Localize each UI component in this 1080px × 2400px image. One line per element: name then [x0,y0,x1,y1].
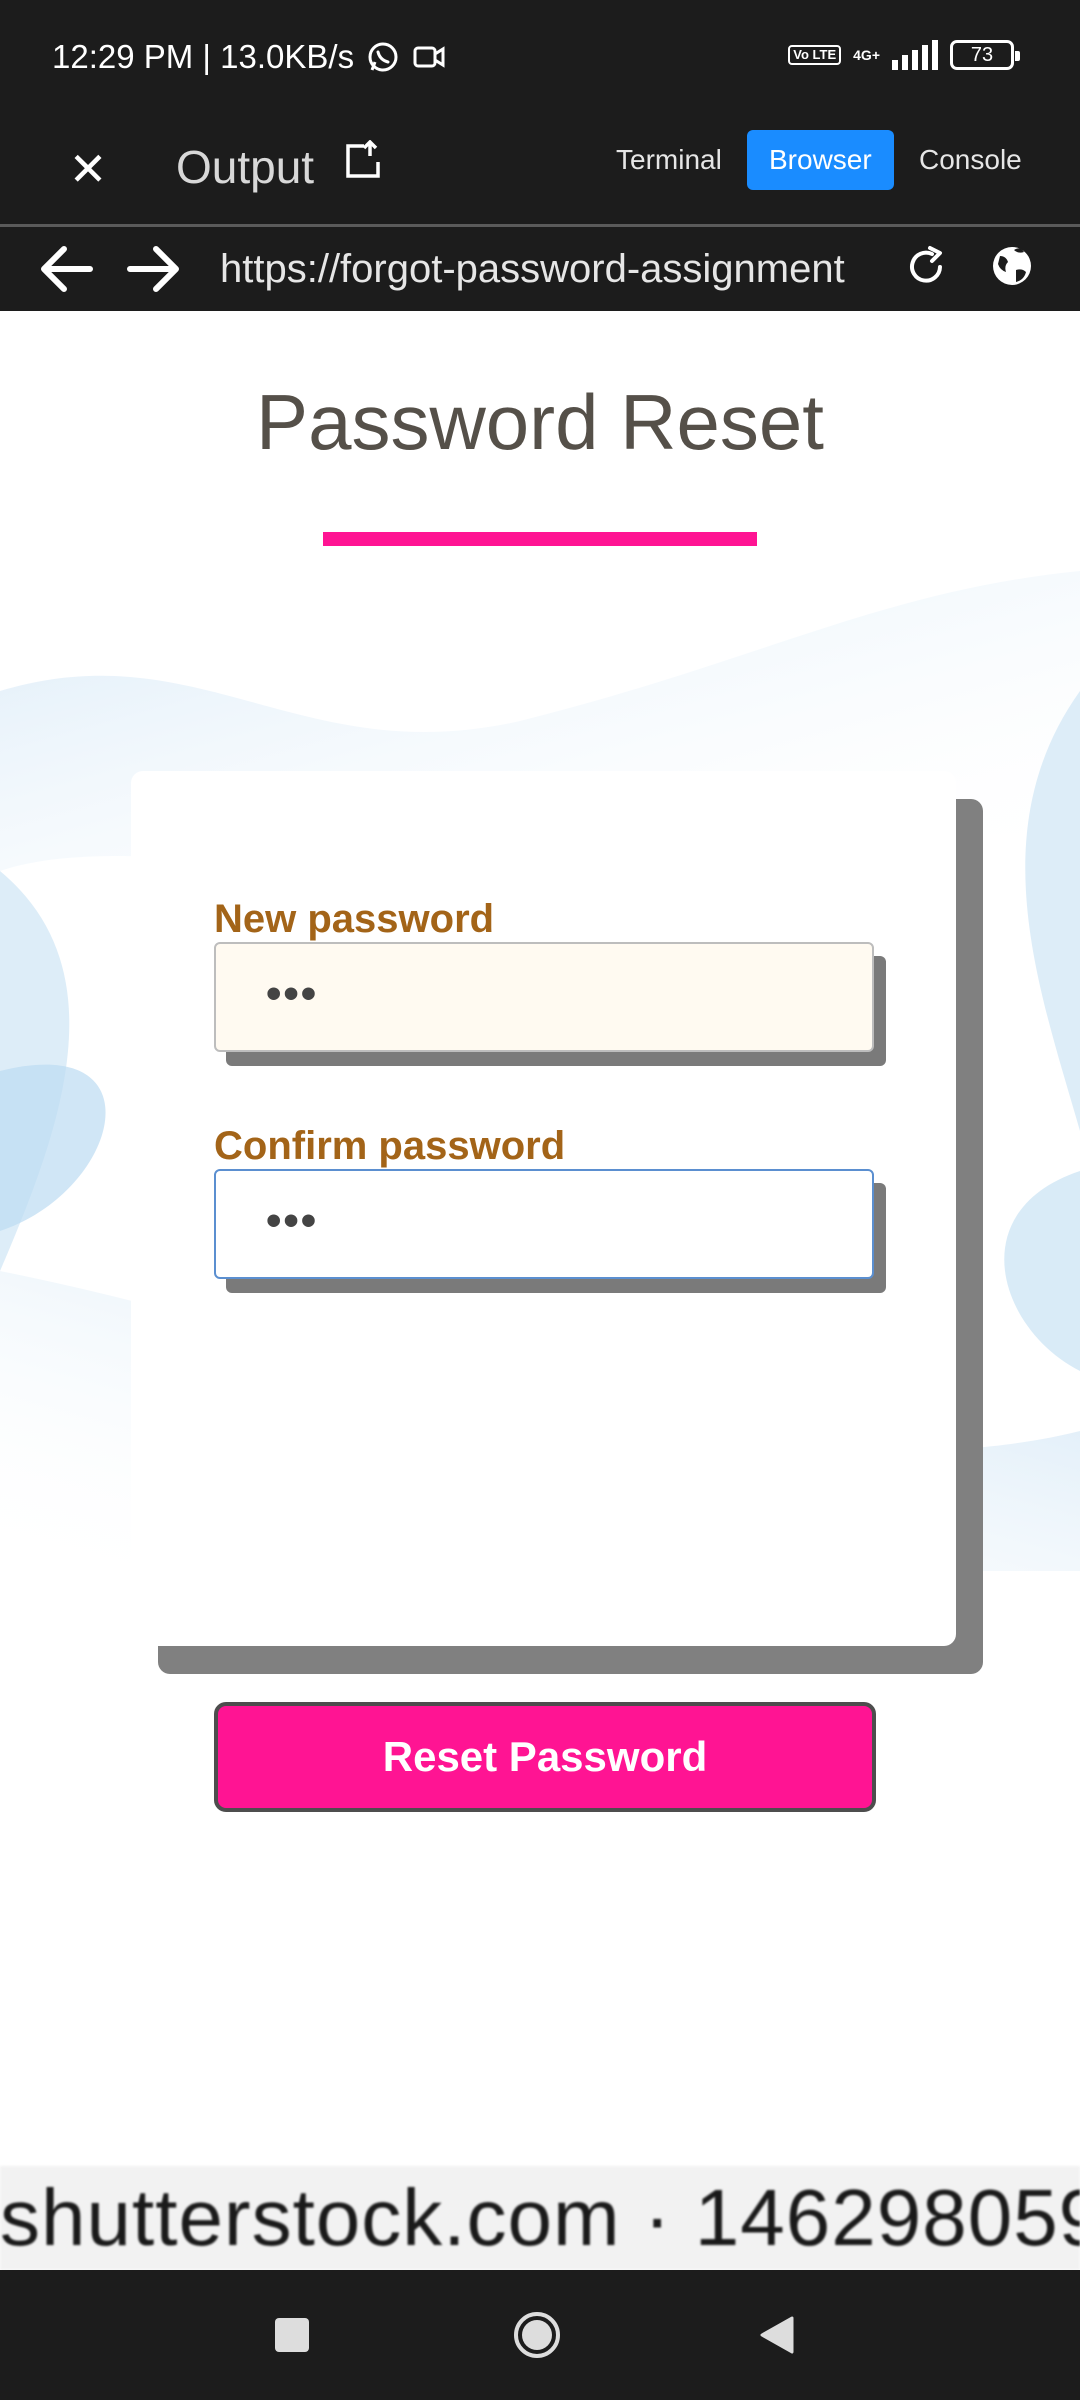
new-password-label: New password [214,897,495,941]
globe-icon[interactable] [990,244,1034,288]
confirm-password-field[interactable]: ••• [214,1169,874,1279]
forward-arrow-icon[interactable] [126,243,182,295]
tab-browser[interactable]: Browser [747,130,894,190]
status-left: 12:29 PM | 13.0KB/s [52,38,446,76]
battery-icon: 73 [950,40,1020,70]
watermark: shutterstock.com · 146298059 [0,2166,1080,2270]
reset-password-button[interactable]: Reset Password [214,1702,876,1812]
status-bar: 12:29 PM | 13.0KB/s Vo LTE 4G+ 73 [0,0,1080,118]
network-type: 4G+ [853,47,880,63]
title-underline [323,532,757,546]
confirm-password-label: Confirm password [214,1124,566,1168]
video-icon [413,46,445,68]
system-nav-bar [0,2270,1080,2400]
share-icon[interactable] [344,140,382,180]
page-title: Password Reset [256,378,824,466]
tab-terminal[interactable]: Terminal [594,130,744,190]
volte-badge: Vo LTE [788,45,842,65]
home-icon[interactable] [512,2310,562,2360]
output-title: Output [176,141,315,193]
url-bar: https://forgot-password-assignment [0,227,1080,311]
app-bar: ✕ Output Terminal Browser Console [0,118,1080,226]
reload-icon[interactable] [904,245,948,289]
signal-icon [892,40,938,70]
tab-console[interactable]: Console [897,130,1044,190]
whatsapp-icon [368,42,398,72]
status-time-speed: 12:29 PM | 13.0KB/s [52,38,355,75]
back-arrow-icon[interactable] [38,243,94,295]
web-content: Password Reset New password ••• Confirm … [0,311,1080,2270]
recents-icon[interactable] [275,2318,309,2352]
close-icon[interactable]: ✕ [68,142,108,196]
url-input[interactable]: https://forgot-password-assignment [220,247,850,292]
battery-level: 73 [970,44,994,66]
reset-form-card: New password ••• Confirm password ••• Re… [131,771,956,1812]
system-back-icon[interactable] [756,2314,796,2356]
status-right: Vo LTE 4G+ 73 [788,40,1020,70]
new-password-field[interactable]: ••• [214,942,874,1052]
